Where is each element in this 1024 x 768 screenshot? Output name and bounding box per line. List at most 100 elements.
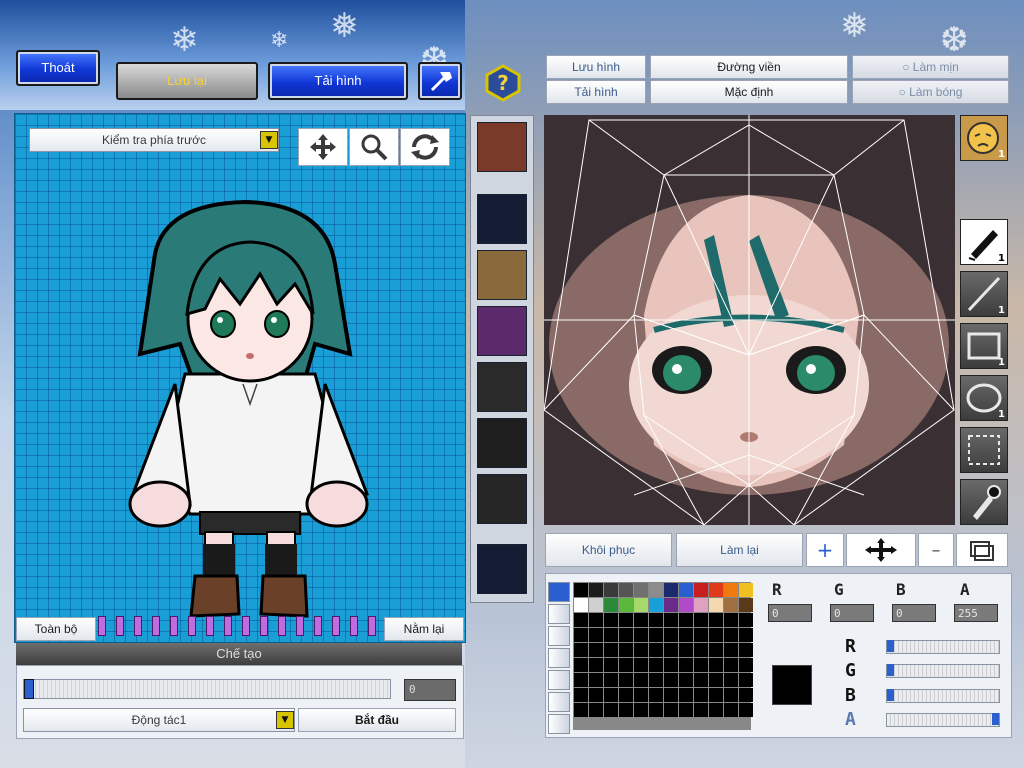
color-swatch-empty[interactable] [649,688,663,702]
frame-tick[interactable] [368,616,376,636]
color-swatch-empty[interactable] [724,628,738,642]
eyedropper-tool[interactable] [960,479,1008,525]
palette-tab[interactable] [548,714,570,734]
all-button[interactable]: Toàn bộ [16,617,96,641]
slider-knob[interactable] [887,664,894,676]
color-swatch-empty[interactable] [604,688,618,702]
color-swatch[interactable] [724,583,738,597]
color-swatch-empty[interactable] [664,628,678,642]
color-swatch-empty[interactable] [574,643,588,657]
color-swatch-empty[interactable] [604,703,618,717]
palette-tab[interactable] [548,604,570,624]
face-thumbnail[interactable] [477,362,527,412]
slider-knob[interactable] [24,679,34,699]
color-swatch[interactable] [709,598,723,612]
color-swatch-empty[interactable] [709,613,723,627]
face-thumbnail[interactable] [477,122,527,172]
color-palette-grid[interactable] [573,582,753,730]
a-slider[interactable] [886,713,1000,727]
color-swatch[interactable] [739,598,753,612]
color-swatch-empty[interactable] [634,703,648,717]
color-swatch[interactable] [679,583,693,597]
ellipse-tool[interactable]: 1 [960,375,1008,421]
color-swatch-empty[interactable] [694,643,708,657]
color-swatch-empty[interactable] [634,613,648,627]
color-swatch[interactable] [664,598,678,612]
color-swatch-empty[interactable] [739,658,753,672]
color-swatch[interactable] [694,598,708,612]
b-slider[interactable] [886,689,1000,703]
frame-tick[interactable] [242,616,250,636]
face-texture-canvas[interactable] [544,115,955,525]
add-point-button[interactable]: + [806,533,844,567]
color-swatch-empty[interactable] [649,658,663,672]
face-thumbnail[interactable] [477,418,527,468]
b-value-field[interactable]: 0 [892,604,936,622]
color-swatch-empty[interactable] [649,673,663,687]
color-swatch-empty[interactable] [709,643,723,657]
frame-tick[interactable] [260,616,268,636]
face-thumbnail[interactable] [477,544,527,594]
rotate-button[interactable] [400,128,450,166]
color-swatch-empty[interactable] [619,658,633,672]
color-swatch[interactable] [619,583,633,597]
color-swatch-empty[interactable] [694,613,708,627]
color-swatch[interactable] [679,598,693,612]
color-swatch-empty[interactable] [604,673,618,687]
color-swatch-empty[interactable] [724,673,738,687]
reload-button[interactable]: Tải hình [268,62,408,100]
frame-tick[interactable] [98,616,106,636]
zoom-button[interactable] [349,128,399,166]
color-swatch-empty[interactable] [574,628,588,642]
color-swatch-empty[interactable] [739,703,753,717]
color-swatch-empty[interactable] [694,658,708,672]
color-swatch-empty[interactable] [619,688,633,702]
color-swatch-empty[interactable] [649,628,663,642]
color-swatch[interactable] [604,598,618,612]
line-tool[interactable]: 1 [960,271,1008,317]
remove-point-button[interactable]: – [918,533,954,567]
color-swatch-empty[interactable] [739,643,753,657]
color-swatch-empty[interactable] [664,643,678,657]
frame-tick[interactable] [332,616,340,636]
craft-slider-value[interactable]: 0 [404,679,456,701]
save-button[interactable]: Lưu lại [116,62,258,100]
g-slider[interactable] [886,664,1000,678]
color-swatch-empty[interactable] [604,643,618,657]
frame-tick[interactable] [278,616,286,636]
color-swatch-empty[interactable] [664,703,678,717]
exit-button[interactable]: Thoát [16,50,100,86]
frame-tick[interactable] [314,616,322,636]
color-swatch-empty[interactable] [739,628,753,642]
color-swatch-empty[interactable] [694,628,708,642]
color-swatch-empty[interactable] [589,628,603,642]
frame-tick[interactable] [206,616,214,636]
color-swatch-empty[interactable] [664,613,678,627]
palette-tab[interactable] [548,626,570,646]
move-button[interactable] [298,128,348,166]
color-swatch-empty[interactable] [724,643,738,657]
color-swatch-empty[interactable] [589,658,603,672]
color-swatch-empty[interactable] [679,703,693,717]
color-swatch-empty[interactable] [709,628,723,642]
frame-tick[interactable] [224,616,232,636]
color-swatch-empty[interactable] [694,703,708,717]
view-select[interactable]: Kiểm tra phía trước [29,128,279,152]
color-swatch-empty[interactable] [589,643,603,657]
lie-down-button[interactable]: Nằm lại [384,617,464,641]
palette-tab[interactable] [548,582,570,602]
frame-tick[interactable] [116,616,124,636]
color-swatch-empty[interactable] [649,643,663,657]
frame-tick[interactable] [134,616,142,636]
color-swatch-empty[interactable] [619,643,633,657]
color-swatch-empty[interactable] [619,628,633,642]
frame-tick[interactable] [152,616,160,636]
frame-tick[interactable] [188,616,196,636]
color-swatch-empty[interactable] [709,688,723,702]
r-slider[interactable] [886,640,1000,654]
color-swatch-empty[interactable] [634,628,648,642]
color-swatch[interactable] [649,598,663,612]
color-swatch-empty[interactable] [724,613,738,627]
slider-knob[interactable] [887,640,894,652]
color-swatch-empty[interactable] [724,688,738,702]
